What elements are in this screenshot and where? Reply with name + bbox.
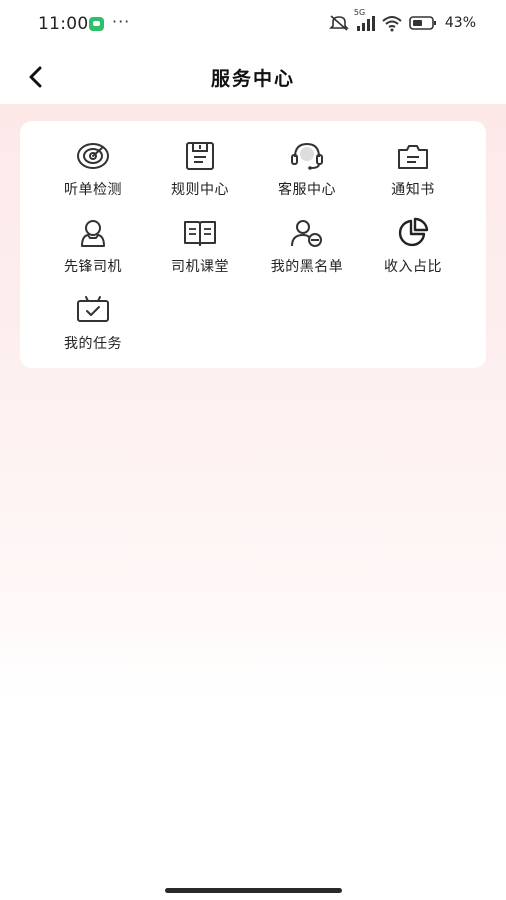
service-customer-center[interactable]: 客服中心 — [252, 139, 362, 209]
service-label: 司机课堂 — [171, 259, 229, 275]
network-type-label: 5G — [353, 8, 366, 17]
service-label: 听单检测 — [64, 182, 122, 198]
home-indicator[interactable] — [165, 888, 342, 893]
more-notifications-indicator: ··· — [112, 12, 131, 31]
page-title: 服务中心 — [210, 68, 295, 90]
service-label: 通知书 — [391, 182, 435, 198]
status-icons: 5G 43% — [328, 8, 476, 32]
driver-person-icon — [76, 216, 110, 250]
notice-folder-icon — [396, 139, 430, 173]
headset-icon — [290, 139, 324, 173]
service-label: 收入占比 — [384, 259, 442, 275]
open-book-icon — [183, 216, 217, 250]
service-rules-center[interactable]: 规则中心 — [145, 139, 255, 209]
chat-notification-icon — [89, 17, 104, 31]
service-my-blacklist[interactable]: 我的黑名单 — [252, 216, 362, 286]
signal-5g-icon: 5G — [354, 8, 375, 32]
wifi-icon — [381, 14, 403, 32]
status-time: 11:00 — [38, 14, 89, 34]
blocked-user-icon — [290, 216, 324, 250]
service-driver-classroom[interactable]: 司机课堂 — [145, 216, 255, 286]
service-label: 我的黑名单 — [270, 259, 344, 275]
task-tv-check-icon — [76, 293, 110, 327]
service-pioneer-driver[interactable]: 先锋司机 — [38, 216, 148, 286]
service-label: 我的任务 — [64, 336, 122, 352]
save-document-icon — [183, 139, 217, 173]
service-label: 先锋司机 — [64, 259, 122, 275]
status-bar: 11:00 ··· 5G 43% — [0, 0, 506, 50]
service-label: 客服中心 — [278, 182, 336, 198]
mute-vibrate-icon — [328, 14, 349, 32]
nav-bar: 服务中心 — [0, 50, 506, 104]
service-notice[interactable]: 通知书 — [358, 139, 468, 209]
radar-target-icon — [76, 139, 110, 173]
pie-chart-icon — [396, 216, 430, 250]
battery-percent: 43% — [444, 15, 476, 31]
service-my-tasks[interactable]: 我的任务 — [38, 293, 148, 363]
service-income-ratio[interactable]: 收入占比 — [358, 216, 468, 286]
battery-icon — [409, 15, 437, 31]
service-label: 规则中心 — [171, 182, 229, 198]
service-grid-card: 听单检测 规则中心 客服中心 通知书 先锋司机 司机课堂 我的黑名单 收入占比 … — [20, 121, 486, 368]
service-listen-order-check[interactable]: 听单检测 — [38, 139, 148, 209]
